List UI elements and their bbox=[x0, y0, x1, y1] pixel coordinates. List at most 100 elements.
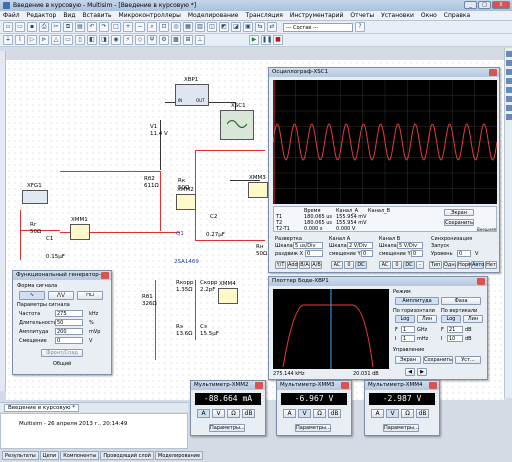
redo-icon[interactable]: ↷ bbox=[99, 22, 109, 32]
offset-field[interactable]: 0 bbox=[55, 337, 83, 344]
vert-log-button[interactable]: Log bbox=[441, 315, 461, 323]
bode-set-button[interactable]: Уст... bbox=[455, 356, 481, 364]
spreadsheet-icon[interactable]: ▥ bbox=[195, 22, 205, 32]
close-icon[interactable] bbox=[477, 278, 485, 285]
help-icon[interactable]: ? bbox=[355, 22, 365, 32]
mm2-settings-button[interactable]: Параметры... bbox=[209, 424, 245, 432]
stop-icon[interactable]: ■ bbox=[273, 35, 283, 45]
source-icon[interactable]: ⏚ bbox=[3, 35, 13, 45]
cha-zero-button[interactable]: 0 bbox=[344, 261, 354, 269]
in-use-list-combo[interactable]: --- Состав --- bbox=[283, 22, 353, 32]
cut-icon[interactable]: ✂ bbox=[51, 22, 61, 32]
bus-icon[interactable]: ⊥ bbox=[195, 35, 205, 45]
mm2-voltmeter-button[interactable]: V bbox=[212, 409, 225, 418]
zoom-fit-icon[interactable]: ⊡ bbox=[159, 22, 169, 32]
misc-icon[interactable]: ◇ bbox=[135, 35, 145, 45]
ba-button[interactable]: B/A bbox=[299, 261, 310, 269]
amplitude-field[interactable]: 200 bbox=[55, 328, 83, 335]
mcu-icon[interactable]: ▩ bbox=[171, 35, 181, 45]
tab-copper-layers[interactable]: Проводящий слой bbox=[100, 451, 154, 460]
x-pos-field[interactable]: 0 bbox=[305, 250, 323, 257]
save-icon[interactable]: ▪ bbox=[27, 22, 37, 32]
close-icon[interactable] bbox=[255, 382, 263, 389]
chb-ypos-field[interactable]: 0 bbox=[411, 250, 423, 257]
bode-plotter-icon[interactable] bbox=[506, 87, 512, 93]
ttl-icon[interactable]: ▭ bbox=[63, 35, 73, 45]
mm3-db-button[interactable]: dB bbox=[328, 409, 341, 418]
mm3-ohmmeter-button[interactable]: Ω bbox=[313, 409, 326, 418]
run-icon[interactable]: ▶ bbox=[249, 35, 259, 45]
sine-wave-button[interactable]: ∿ bbox=[19, 291, 45, 300]
function-generator-symbol[interactable]: XFG1 bbox=[22, 183, 48, 204]
vert-f-field[interactable]: 21 bbox=[447, 326, 463, 333]
mm2-ohmmeter-button[interactable]: Ω bbox=[227, 409, 240, 418]
frequency-unit[interactable]: kHz bbox=[89, 311, 98, 317]
zoom-out-icon[interactable]: − bbox=[135, 22, 145, 32]
amplitude-unit[interactable]: mVp bbox=[89, 329, 100, 335]
wire[interactable] bbox=[20, 210, 21, 260]
frequency-field[interactable]: 275 bbox=[55, 310, 83, 317]
mm4-voltmeter-button[interactable]: V bbox=[386, 409, 399, 418]
offset-unit[interactable]: V bbox=[89, 338, 92, 344]
horiz-log-button[interactable]: Log bbox=[395, 315, 415, 323]
menu-help[interactable]: Справка bbox=[444, 12, 470, 19]
function-generator-icon[interactable] bbox=[506, 60, 512, 66]
horiz-lin-button[interactable]: Лин bbox=[417, 315, 437, 323]
chb-minus-button[interactable]: - bbox=[416, 261, 424, 269]
chb-zero-button[interactable]: 0 bbox=[392, 261, 402, 269]
maximize-button[interactable]: □ bbox=[478, 1, 491, 9]
wire[interactable] bbox=[60, 171, 160, 172]
zoom-100-icon[interactable]: ◎ bbox=[171, 22, 181, 32]
undo-icon[interactable]: ↶ bbox=[87, 22, 97, 32]
menu-window[interactable]: Окно bbox=[421, 12, 437, 19]
menu-simulate[interactable]: Моделирование bbox=[188, 12, 239, 19]
diode-icon[interactable]: ▷ bbox=[27, 35, 37, 45]
trigger-normal-button[interactable]: Норм. bbox=[457, 261, 473, 269]
paste-icon[interactable]: ▤ bbox=[75, 22, 85, 32]
database-icon[interactable]: ◫ bbox=[207, 22, 217, 32]
frequency-counter-icon[interactable] bbox=[506, 96, 512, 102]
chb-ac-button[interactable]: AC bbox=[379, 261, 391, 269]
fullscreen-icon[interactable]: □ bbox=[111, 22, 121, 32]
transistor-icon[interactable]: ⊳ bbox=[39, 35, 49, 45]
triangle-wave-button[interactable]: ⋀⋁ bbox=[48, 291, 74, 300]
timebase-scale-field[interactable]: 5 us/Div bbox=[293, 242, 323, 249]
misc-digital-icon[interactable]: ◧ bbox=[87, 35, 97, 45]
multimeter-xmm1-symbol[interactable]: XMM1 bbox=[70, 217, 90, 240]
open-folder-icon[interactable]: ▭ bbox=[15, 22, 25, 32]
tab-nets[interactable]: Цепи bbox=[39, 451, 60, 460]
square-wave-button[interactable]: ⊓⊔ bbox=[77, 291, 103, 300]
close-button[interactable]: X bbox=[492, 1, 510, 9]
new-file-icon[interactable]: ▫ bbox=[3, 22, 13, 32]
chb-dc-button[interactable]: DC bbox=[403, 261, 415, 269]
horiz-f-field[interactable]: 1 bbox=[401, 326, 415, 333]
hierarchical-icon[interactable]: ⊞ bbox=[183, 35, 193, 45]
multimeter-icon[interactable] bbox=[506, 51, 512, 57]
bode-reverse-button[interactable]: Экран bbox=[395, 356, 421, 364]
menu-insert[interactable]: Вставить bbox=[82, 12, 111, 19]
mm4-ohmmeter-button[interactable]: Ω bbox=[401, 409, 414, 418]
trigger-single-button[interactable]: Одн. bbox=[443, 261, 456, 269]
menu-transfer[interactable]: Трансляция bbox=[245, 12, 282, 19]
wire[interactable] bbox=[195, 150, 265, 151]
save-button[interactable]: Сохранить bbox=[444, 219, 474, 226]
horiz-i-field[interactable]: 1 bbox=[401, 335, 415, 342]
electromech-icon[interactable]: ⚙ bbox=[159, 35, 169, 45]
mm4-db-button[interactable]: dB bbox=[416, 409, 429, 418]
mm3-voltmeter-button[interactable]: V bbox=[298, 409, 311, 418]
oscilloscope-symbol[interactable]: XSC1 bbox=[220, 103, 254, 140]
bode-right-arrow[interactable]: ▶ bbox=[417, 368, 427, 376]
indicator-icon[interactable]: ◉ bbox=[111, 35, 121, 45]
pause-icon[interactable]: ❚❚ bbox=[261, 35, 272, 45]
bode-plotter-symbol[interactable]: XBP1 IN OUT bbox=[175, 77, 209, 106]
bode-left-arrow[interactable]: ◀ bbox=[405, 368, 415, 376]
phase-button[interactable]: Фаза bbox=[441, 297, 481, 305]
rise-fall-button[interactable]: Фронт/Спад bbox=[41, 349, 83, 357]
backannotate-icon[interactable]: ⇄ bbox=[267, 22, 277, 32]
close-icon[interactable] bbox=[341, 382, 349, 389]
ab-button[interactable]: A/B bbox=[311, 261, 322, 269]
design-toolbox-icon[interactable]: ▦ bbox=[183, 22, 193, 32]
reverse-button[interactable]: Экран bbox=[444, 209, 474, 216]
mm2-db-button[interactable]: dB bbox=[242, 409, 255, 418]
menu-view[interactable]: Вид bbox=[63, 12, 75, 19]
